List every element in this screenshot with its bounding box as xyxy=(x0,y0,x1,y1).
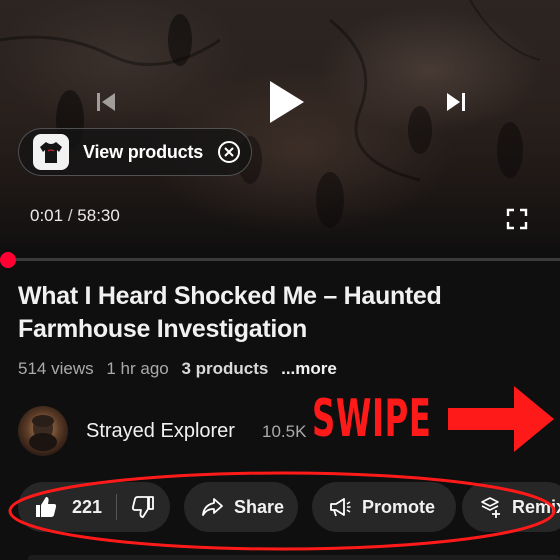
duration: 58:30 xyxy=(77,206,120,225)
current-time: 0:01 xyxy=(30,206,64,225)
next-section-edge xyxy=(28,555,560,560)
channel-avatar[interactable] xyxy=(18,406,68,456)
products-link[interactable]: 3 products xyxy=(181,359,268,378)
subscriber-count: 10.5K xyxy=(262,422,307,441)
progress-bar[interactable] xyxy=(0,258,560,261)
product-thumbnail xyxy=(33,134,69,170)
video-player[interactable]: View products 0:01 / 58:30 xyxy=(0,0,560,244)
play-button[interactable] xyxy=(262,76,310,128)
remix-button[interactable]: Remix xyxy=(462,482,560,532)
like-divider xyxy=(116,494,118,520)
like-count[interactable]: 221 xyxy=(72,497,102,518)
share-icon xyxy=(202,498,223,516)
share-label: Share xyxy=(234,496,285,517)
thumbs-down-icon[interactable] xyxy=(131,495,155,519)
remix-icon xyxy=(481,497,500,518)
time-display: 0:01 / 58:30 xyxy=(30,206,120,226)
avatar-image xyxy=(29,415,57,451)
remix-label: Remix xyxy=(512,496,560,517)
like-dislike-group: 221 xyxy=(18,482,170,532)
next-video-button[interactable] xyxy=(442,88,470,116)
fullscreen-icon[interactable] xyxy=(506,208,528,230)
upload-age: 1 hr ago xyxy=(106,359,169,378)
close-icon[interactable] xyxy=(217,140,241,164)
thumbs-up-icon[interactable] xyxy=(34,495,58,519)
channel-name[interactable]: Strayed Explorer xyxy=(86,420,235,443)
skip-next-icon xyxy=(447,93,465,111)
promote-label: Promote xyxy=(362,496,436,517)
video-meta[interactable]: 514 views 1 hr ago 3 products ...more xyxy=(18,359,345,379)
view-products-label: View products xyxy=(83,141,204,162)
time-separator: / xyxy=(67,206,73,225)
megaphone-icon xyxy=(330,498,351,517)
view-products-button[interactable]: View products xyxy=(18,128,252,176)
more-link[interactable]: ...more xyxy=(281,359,337,378)
previous-video-button[interactable] xyxy=(92,88,120,116)
skip-previous-icon xyxy=(97,93,115,111)
share-button[interactable]: Share xyxy=(184,482,298,532)
video-title[interactable]: What I Heard Shocked Me – Haunted Farmho… xyxy=(18,280,548,346)
progress-scrubber[interactable] xyxy=(0,252,16,268)
view-count: 514 views xyxy=(18,359,94,378)
swipe-overlay-text: SWIPE xyxy=(312,389,432,449)
arrow-right-icon xyxy=(448,386,554,452)
promote-button[interactable]: Promote xyxy=(312,482,456,532)
play-icon xyxy=(270,81,304,123)
hoodie-icon xyxy=(40,142,62,163)
